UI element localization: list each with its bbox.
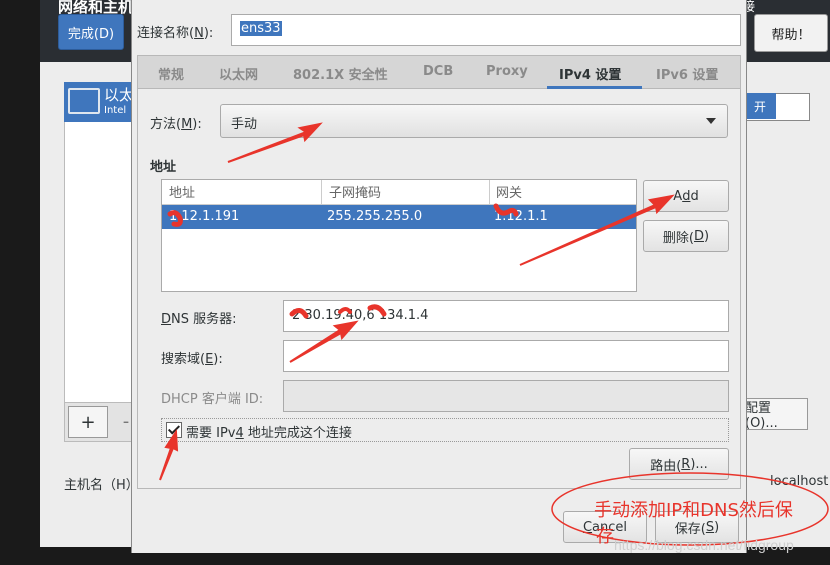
annotation-arrow-add <box>519 194 675 266</box>
annotation-scribble-dns2 <box>338 307 352 314</box>
annotation-scribble-gateway <box>493 203 519 217</box>
annotation-arrow-dns <box>289 320 359 363</box>
watermark: https://blog.csdn.net/fidgroup <box>614 537 794 553</box>
annotation-scribble-address <box>167 210 183 227</box>
annotation-arrow-checkbox <box>159 428 179 481</box>
annotation-note: 手动添加IP和DNS然后保 <box>594 500 793 521</box>
annotation-arrow-method <box>227 122 323 163</box>
annotation-note-line2: 存 <box>596 526 614 547</box>
annotation-scribble-dns1 <box>289 308 309 319</box>
annotation-overlay <box>159 122 829 546</box>
annotation-scribble-dns3 <box>367 304 387 317</box>
